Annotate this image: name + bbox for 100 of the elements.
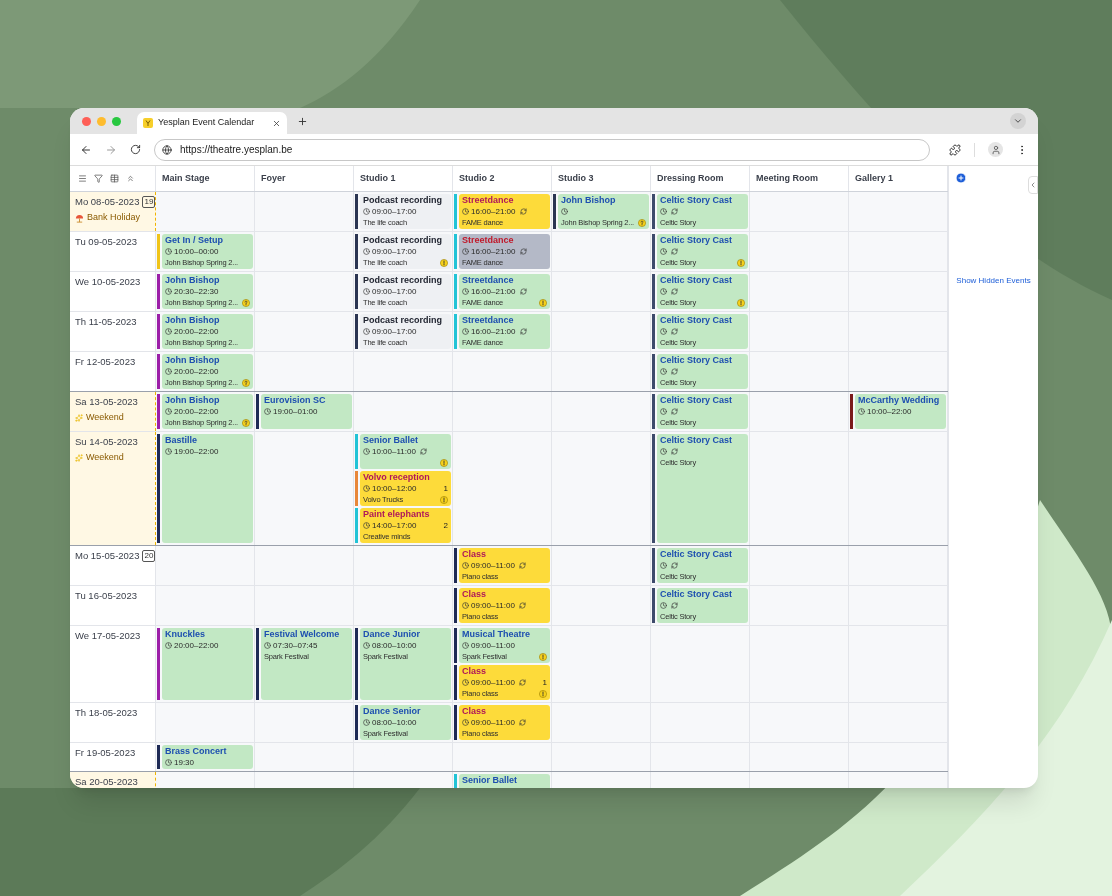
calendar-cell[interactable] <box>255 743 354 771</box>
column-header[interactable]: Foyer <box>255 166 354 191</box>
calendar-cell[interactable] <box>750 392 849 431</box>
calendar-cell[interactable] <box>552 546 651 585</box>
tab-list-button[interactable] <box>1010 113 1026 129</box>
maximize-window-icon[interactable] <box>112 116 121 126</box>
calendar-cell[interactable] <box>750 772 849 788</box>
calendar-cell[interactable] <box>453 392 552 431</box>
calendar-cell[interactable]: Brass Concert 19:30 <box>156 743 255 771</box>
calendar-cell[interactable] <box>552 392 651 431</box>
calendar-cell[interactable] <box>849 772 948 788</box>
calendar-cell[interactable] <box>651 772 750 788</box>
event-time: 09:00–11:00 <box>471 640 515 651</box>
column-header[interactable]: Studio 3 <box>552 166 651 191</box>
grid-icon[interactable] <box>110 174 119 183</box>
event-card[interactable]: McCarthy Wedding 10:00–22:00 <box>855 394 946 429</box>
calendar-cell[interactable] <box>255 703 354 742</box>
calendar-cell[interactable] <box>750 432 849 545</box>
calendar-cell[interactable] <box>255 546 354 585</box>
event-title: Celtic Story Cast <box>660 435 734 446</box>
event-card[interactable]: Senior Ballet <box>459 774 550 788</box>
calendar-cell[interactable] <box>255 272 354 311</box>
calendar-cell[interactable] <box>849 743 948 771</box>
event-card[interactable]: Brass Concert 19:30 <box>162 745 253 769</box>
calendar-cell[interactable] <box>849 232 948 271</box>
calendar-cell[interactable] <box>849 272 948 311</box>
column-header[interactable]: Studio 1 <box>354 166 453 191</box>
collapse-icon[interactable] <box>126 174 135 183</box>
column-header[interactable]: Meeting Room <box>750 166 849 191</box>
calendar-cell[interactable] <box>750 192 849 231</box>
calendar-cell[interactable] <box>552 743 651 771</box>
event-card[interactable]: Eurovision SC 19:00–01:00 <box>261 394 352 429</box>
clock-icon <box>462 719 469 726</box>
calendar-cell[interactable] <box>354 772 453 788</box>
minimize-window-icon[interactable] <box>97 116 106 126</box>
calendar-cell[interactable] <box>156 546 255 585</box>
column-header[interactable]: Main Stage <box>156 166 255 191</box>
column-header[interactable]: Dressing Room <box>651 166 750 191</box>
column-header[interactable]: Gallery 1 <box>849 166 948 191</box>
calendar-cell[interactable] <box>255 312 354 351</box>
calendar-cell[interactable] <box>156 192 255 231</box>
calendar-cell[interactable] <box>552 272 651 311</box>
calendar-cell[interactable] <box>453 352 552 391</box>
forward-icon[interactable] <box>105 143 117 156</box>
column-header[interactable]: Studio 2 <box>453 166 552 191</box>
calendar-cell[interactable] <box>552 772 651 788</box>
extensions-icon[interactable] <box>949 143 961 156</box>
calendar-cell[interactable] <box>354 392 453 431</box>
calendar-cell[interactable] <box>156 772 255 788</box>
back-icon[interactable] <box>80 143 92 156</box>
reload-icon[interactable] <box>130 144 141 155</box>
calendar-cell[interactable] <box>255 352 354 391</box>
calendar-cell[interactable] <box>552 352 651 391</box>
date-label: Th 18-05-2023 <box>75 706 138 720</box>
new-tab-icon[interactable] <box>297 115 308 127</box>
calendar-cell[interactable] <box>552 232 651 271</box>
browser-tab[interactable]: Yesplan Event Calendar <box>137 112 287 134</box>
event-time: 20:30–22:30 <box>174 286 219 297</box>
calendar-cell[interactable] <box>156 586 255 625</box>
calendar-cell[interactable] <box>849 312 948 351</box>
profile-button[interactable] <box>988 142 1003 157</box>
filter-icon[interactable] <box>94 174 103 183</box>
calendar-cell[interactable] <box>849 703 948 742</box>
calendar-cell[interactable]: Senior Ballet <box>453 772 552 788</box>
calendar-cell[interactable] <box>750 352 849 391</box>
calendar-cell[interactable] <box>354 546 453 585</box>
calendar-cell[interactable]: McCarthy Wedding 10:00–22:00 <box>849 392 948 431</box>
calendar-cell[interactable] <box>255 772 354 788</box>
calendar-cell[interactable] <box>849 626 948 702</box>
collapse-panel-button[interactable] <box>1028 176 1038 194</box>
calendar-cell[interactable] <box>552 312 651 351</box>
calendar-cell[interactable] <box>255 192 354 231</box>
calendar-cell[interactable] <box>354 586 453 625</box>
calendar-cell[interactable] <box>750 546 849 585</box>
calendar-cell[interactable] <box>552 586 651 625</box>
calendar-cell[interactable] <box>156 703 255 742</box>
calendar-cell[interactable] <box>849 192 948 231</box>
calendar-cell[interactable] <box>552 432 651 545</box>
show-hidden-events-link[interactable]: Show Hidden Events <box>956 275 1031 287</box>
calendar-cell[interactable] <box>750 743 849 771</box>
calendar-cell[interactable] <box>849 546 948 585</box>
calendar-cell[interactable] <box>453 743 552 771</box>
add-column-icon[interactable] <box>955 172 967 184</box>
calendar-cell[interactable] <box>255 432 354 545</box>
calendar-cell[interactable] <box>651 743 750 771</box>
event-card[interactable]: Senior Ballet 10:00–11:00 <box>360 434 451 469</box>
menu-icon[interactable] <box>78 174 87 183</box>
calendar-cell[interactable] <box>453 432 552 545</box>
close-window-icon[interactable] <box>82 116 91 126</box>
calendar-cell[interactable] <box>849 586 948 625</box>
calendar-cell[interactable] <box>354 352 453 391</box>
event-time: 09:00–11:00 <box>471 600 515 611</box>
calendar-cell[interactable] <box>354 743 453 771</box>
calendar-cell[interactable] <box>849 352 948 391</box>
event-title: Streetdance <box>462 195 515 206</box>
event-title: Senior Ballet <box>363 435 419 446</box>
calendar-cell[interactable] <box>255 232 354 271</box>
close-icon[interactable] <box>272 118 281 128</box>
calendar-cell[interactable] <box>849 432 948 545</box>
calendar-cell[interactable]: Eurovision SC 19:00–01:00 <box>255 392 354 431</box>
